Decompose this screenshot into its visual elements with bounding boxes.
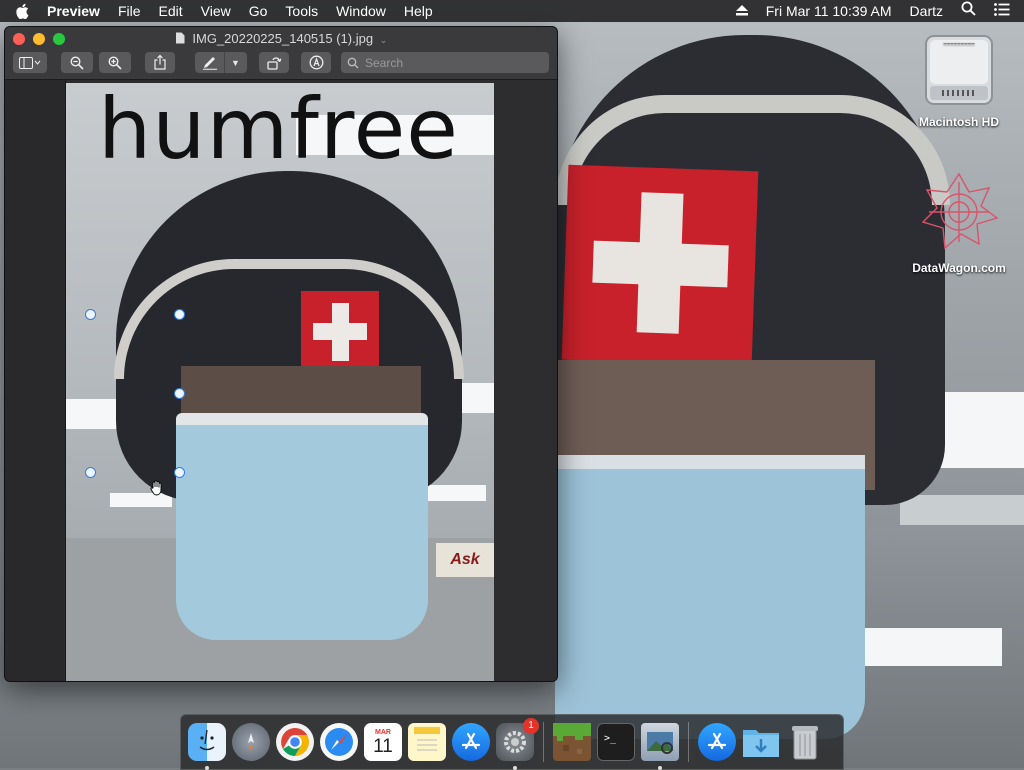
desktop-icon-label: DataWagon.com [912,261,1006,275]
svg-text:~~~~~~~~~: ~~~~~~~~~ [943,42,975,48]
desktop-icon-datawagon[interactable]: DataWagon.com [904,170,1014,275]
rotate-icon [266,56,281,70]
window-title[interactable]: IMG_20220225_140515 (1).jpg [192,31,373,46]
desktop-icon-macintosh-hd[interactable]: ~~~~~~~~~ Macintosh HD [904,32,1014,129]
finder-dock-icon[interactable] [188,723,226,770]
thumbnail-sidebar [5,80,66,681]
selection-handle[interactable] [174,388,185,399]
swiss-flag-patch [301,291,379,373]
preview-window: IMG_20220225_140515 (1).jpg ⌄ ▼ Search A… [4,26,558,682]
selection-handle[interactable] [174,467,185,478]
calendar-day: 11 [373,735,393,757]
background-flag-patch [561,164,759,367]
launchpad-dock-icon[interactable] [232,723,270,761]
rotate-button[interactable] [259,52,289,73]
chevron-down-icon[interactable]: ▼ [231,58,240,68]
zoom-in-icon [108,55,122,70]
ask-poster: Ask [436,543,494,577]
running-indicator [205,766,209,770]
ceiling-light [900,495,1024,525]
menu-bar: Preview File Edit View Go Tools Window H… [0,0,1024,22]
selection-handle[interactable] [85,467,96,478]
menu-edit[interactable]: Edit [150,0,192,22]
sidebar-toggle-button[interactable] [13,52,47,73]
share-button[interactable] [145,52,175,73]
menu-user[interactable]: Dartz [901,0,952,22]
dock: MAR 11 1 >_ [180,714,844,770]
downloads-folder-dock-icon[interactable] [742,723,780,761]
trash-dock-icon[interactable] [786,723,824,761]
terminal-dock-icon[interactable]: >_ [597,723,635,761]
notes-dock-icon[interactable] [408,723,446,761]
dock-separator [688,722,689,762]
notification-center-icon[interactable] [985,0,1024,22]
document-view[interactable]: Ask humfree [5,80,557,681]
menu-help[interactable]: Help [395,0,442,22]
svg-text:>_: >_ [604,733,617,744]
menu-window[interactable]: Window [327,0,395,22]
ceiling-light [846,628,1002,666]
dock-separator [543,722,544,762]
preview-dock-icon[interactable] [641,723,679,770]
desktop-icon-label: Macintosh HD [918,115,999,129]
hard-drive-icon: ~~~~~~~~~ [925,35,993,105]
search-input[interactable] [363,54,517,71]
app-store-dock-icon[interactable] [452,723,490,761]
datawagon-icon [921,172,999,250]
selection-handle[interactable] [85,309,96,320]
markup-button[interactable]: ▼ [195,52,247,73]
document-icon [175,32,185,44]
pen-icon [203,56,218,70]
zoom-out-icon [70,55,84,70]
chevron-down-icon[interactable]: ⌄ [380,35,388,46]
background-mask [555,455,865,739]
menu-app-name[interactable]: Preview [38,0,109,22]
selection-handle[interactable] [174,309,185,320]
app-store-folder-dock-icon[interactable] [698,723,736,761]
annotate-icon [309,55,323,70]
annotate-button[interactable] [301,52,331,73]
zoom-in-button[interactable] [99,52,131,73]
apple-menu-icon[interactable] [14,0,30,22]
running-indicator [513,766,517,770]
eject-icon[interactable] [727,0,757,22]
notification-badge: 1 [523,718,539,734]
calendar-dock-icon[interactable]: MAR 11 [364,723,402,761]
minecraft-dock-icon[interactable] [553,723,591,761]
spotlight-search-icon[interactable] [952,0,985,22]
face-mask [176,413,428,640]
safari-dock-icon[interactable] [320,723,358,761]
running-indicator [658,766,662,770]
zoom-out-button[interactable] [61,52,93,73]
window-title-bar: IMG_20220225_140515 (1).jpg ⌄ [5,31,557,46]
hand-cursor-icon [150,480,164,501]
menu-view[interactable]: View [192,0,240,22]
window-toolbar: IMG_20220225_140515 (1).jpg ⌄ ▼ [5,27,557,80]
sidebar-icon [19,56,41,69]
search-field[interactable] [341,52,549,73]
search-icon [347,57,359,68]
menu-go[interactable]: Go [240,0,277,22]
chrome-dock-icon[interactable] [276,723,314,761]
menu-file[interactable]: File [109,0,150,22]
photo-image[interactable]: Ask humfree [66,83,494,681]
menu-clock[interactable]: Fri Mar 11 10:39 AM [757,0,901,22]
annotation-text[interactable]: humfree [98,83,459,175]
share-icon [154,55,166,70]
system-preferences-dock-icon[interactable]: 1 [496,718,539,770]
menu-tools[interactable]: Tools [276,0,327,22]
